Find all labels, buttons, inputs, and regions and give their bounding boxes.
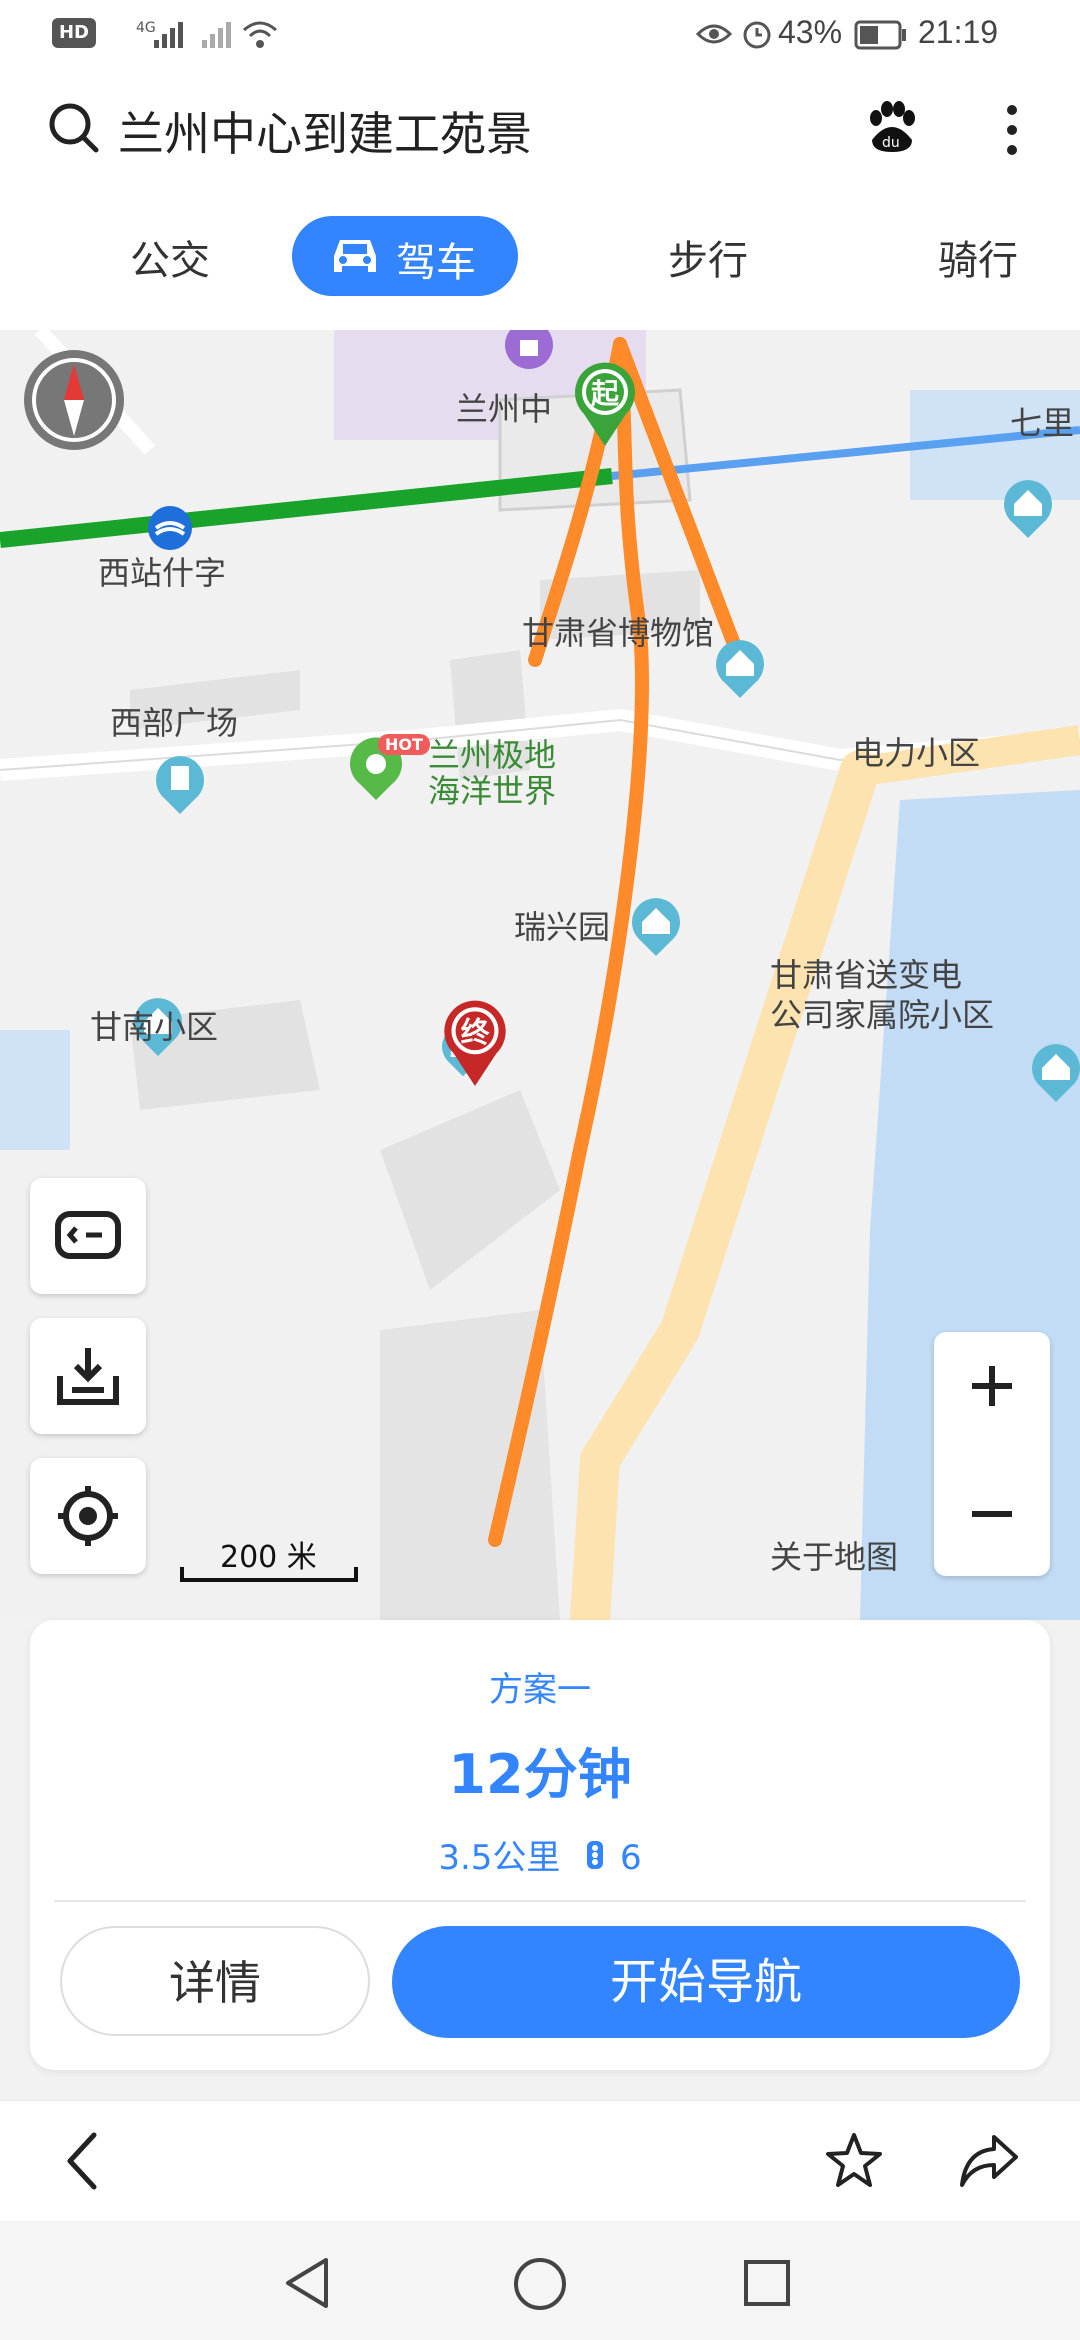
map-label-xizhan: 西站什字 (98, 554, 227, 592)
clock: 21:19 (918, 14, 999, 50)
offline-download-button[interactable] (30, 1318, 146, 1434)
route-meta: 3.5公里 6 (30, 1830, 1050, 1880)
shopping-poi-icon[interactable] (502, 330, 556, 382)
search-header: 兰州中心到建工苑景 du (0, 70, 1080, 189)
details-button[interactable]: 详情 (60, 1926, 370, 2036)
map-view[interactable]: 起 HOT 终 兰州中 七里 西站什字 甘肃省博物馆 西部广场 电力小区 甘肃省… (0, 330, 1080, 1620)
car-icon (328, 234, 382, 282)
road-condition-button[interactable] (30, 1178, 146, 1294)
hot-badge: HOT (378, 734, 430, 755)
traffic-light-icon (585, 1839, 605, 1880)
hd-icon: HD (52, 18, 96, 48)
dianli-poi-icon[interactable] (1000, 476, 1056, 544)
card-divider (54, 1900, 1026, 1902)
signal-no-sim-icon (196, 20, 236, 50)
xibu-poi-icon[interactable] (152, 752, 208, 820)
map-label-ruixing: 瑞兴园 (514, 908, 611, 946)
nav-home-icon[interactable] (512, 2256, 568, 2316)
map-label-xinan: 甘南小区 (90, 1008, 219, 1046)
edge-poi-icon[interactable] (1028, 1040, 1080, 1108)
tab-bike[interactable]: 骑行 (938, 228, 1018, 286)
battery-icon (854, 20, 908, 54)
wifi-icon (240, 18, 280, 52)
signal-4g-icon: 4G (132, 20, 192, 50)
download-icon (54, 1342, 122, 1414)
map-label-lanzhou-center: 兰州中 (456, 390, 553, 428)
map-label-ocean-2: 海洋世界 (428, 772, 557, 810)
share-icon[interactable] (958, 2133, 1020, 2193)
start-marker[interactable]: 起 (570, 358, 640, 452)
route-plan-name[interactable]: 方案一 (30, 1662, 1050, 1711)
map-scale: 200 米 (220, 1540, 317, 1575)
map-label-xibu: 西部广场 (110, 704, 239, 742)
svg-text:4G: 4G (136, 20, 156, 36)
svg-text:du: du (882, 135, 900, 151)
system-nav-bar (0, 2222, 1080, 2340)
more-vertical-icon[interactable] (1000, 102, 1024, 162)
locate-icon (56, 1484, 120, 1552)
search-icon[interactable] (46, 100, 102, 160)
baidu-paw-icon[interactable]: du (862, 98, 922, 162)
map-label-qili: 七里 (1010, 404, 1075, 442)
route-card: 方案一 12分钟 3.5公里 6 详情 开始导航 (30, 1620, 1050, 2070)
locate-button[interactable] (30, 1458, 146, 1574)
tab-drive-label: 驾车 (396, 240, 476, 286)
alarm-icon (740, 16, 774, 54)
traffic-light-count: 6 (620, 1838, 642, 1878)
start-navigation-button[interactable]: 开始导航 (392, 1926, 1020, 2038)
route-duration: 12分钟 (448, 1743, 632, 1806)
map-label-dianli: 电力小区 (852, 734, 981, 772)
zoom-in-button[interactable] (934, 1332, 1050, 1454)
gansu-company-poi-icon[interactable] (712, 636, 768, 704)
battery-percent: 43% (778, 14, 843, 50)
nav-recents-icon[interactable] (742, 2258, 792, 2312)
map-label-gansu-company-2: 公司家属院小区 (770, 996, 995, 1034)
road-condition-icon (54, 1208, 122, 1266)
end-marker[interactable]: 终 (438, 996, 512, 1092)
svg-text:起: 起 (591, 377, 620, 410)
map-label-museum: 甘肃省博物馆 (522, 614, 715, 652)
eye-icon (695, 20, 733, 52)
nav-back-icon[interactable] (282, 2256, 332, 2314)
route-distance: 3.5公里 (438, 1838, 561, 1878)
compass-icon[interactable] (22, 348, 126, 456)
transport-tabs: 公交 驾车 步行 骑行 (0, 188, 1080, 330)
tab-walk[interactable]: 步行 (668, 228, 748, 286)
route-title[interactable]: 兰州中心到建工苑景 (118, 98, 532, 164)
star-icon[interactable] (824, 2131, 884, 2195)
status-bar: HD 4G 43% 21:19 (0, 0, 1080, 70)
back-arrow-icon[interactable] (62, 2131, 102, 2195)
zoom-control (934, 1332, 1050, 1576)
svg-text:终: 终 (461, 1015, 490, 1049)
tab-drive[interactable]: 驾车 (292, 216, 518, 296)
ruixing-poi-icon[interactable] (628, 894, 684, 962)
bottom-toolbar (0, 2100, 1080, 2221)
tab-bus[interactable]: 公交 (130, 228, 210, 286)
zoom-out-button[interactable] (934, 1454, 1050, 1576)
about-map-link[interactable]: 关于地图 (770, 1532, 898, 1578)
